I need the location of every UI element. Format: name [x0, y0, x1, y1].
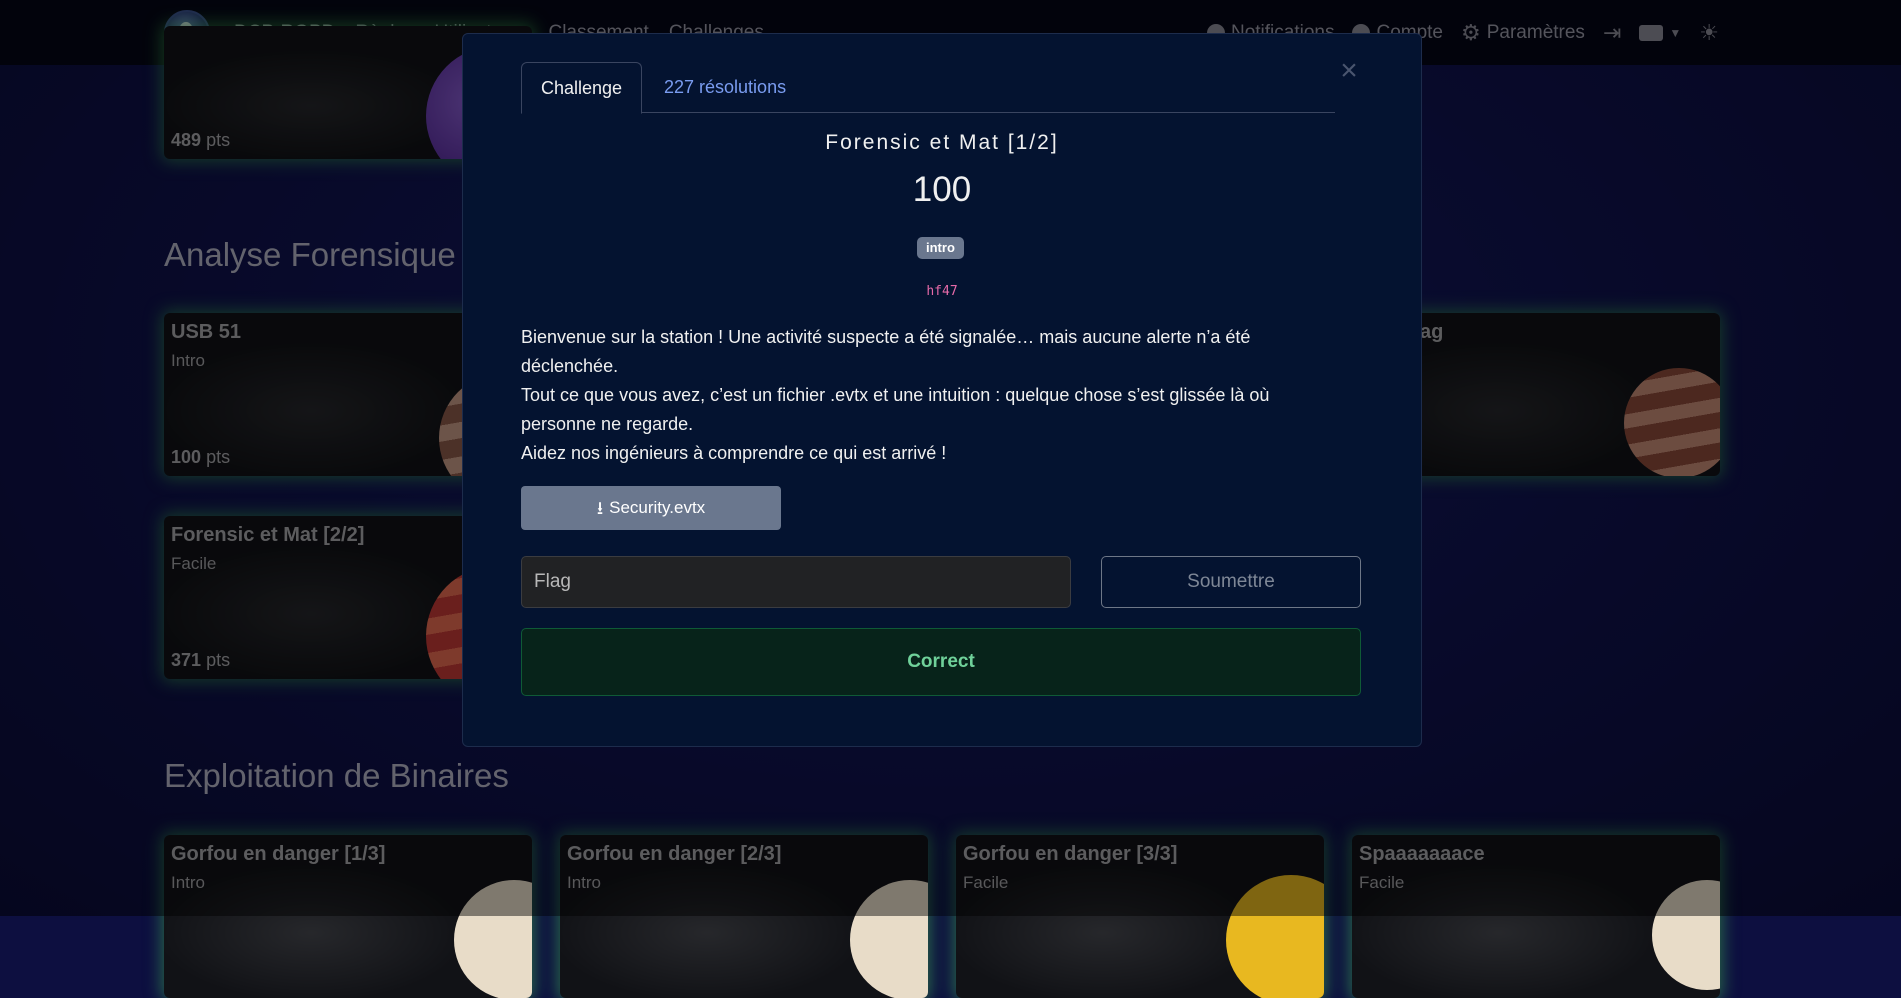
download-file-button[interactable]: ⭳ Security.evtx — [521, 486, 781, 530]
challenge-name: Forensic et Mat [1/2] — [825, 131, 1059, 154]
close-icon[interactable]: × — [1337, 56, 1361, 86]
tab-solves[interactable]: 227 résolutions — [645, 62, 805, 112]
flag-input[interactable] — [521, 556, 1071, 608]
description-line: Tout ce que vous avez, c’est un fichier … — [521, 385, 1270, 434]
download-icon: ⭳ — [596, 498, 604, 518]
modal-tabs: Challenge 227 résolutions — [521, 62, 1335, 114]
description-line: Bienvenue sur la station ! Une activité … — [521, 327, 1251, 376]
description-line: Aidez nos ingénieurs à comprendre ce qui… — [521, 443, 947, 463]
result-alert: Correct — [521, 628, 1361, 696]
challenge-modal: × Challenge 227 résolutions Forensic et … — [462, 33, 1422, 747]
challenge-tag-badge: intro — [917, 237, 964, 259]
download-file-label: Security.evtx — [609, 498, 706, 517]
challenge-description: Bienvenue sur la station ! Une activité … — [521, 323, 1341, 468]
submit-button[interactable]: Soumettre — [1101, 556, 1361, 608]
challenge-author: hf47 — [926, 284, 958, 299]
tab-challenge[interactable]: Challenge — [521, 62, 643, 114]
challenge-value: 100 — [912, 170, 972, 209]
